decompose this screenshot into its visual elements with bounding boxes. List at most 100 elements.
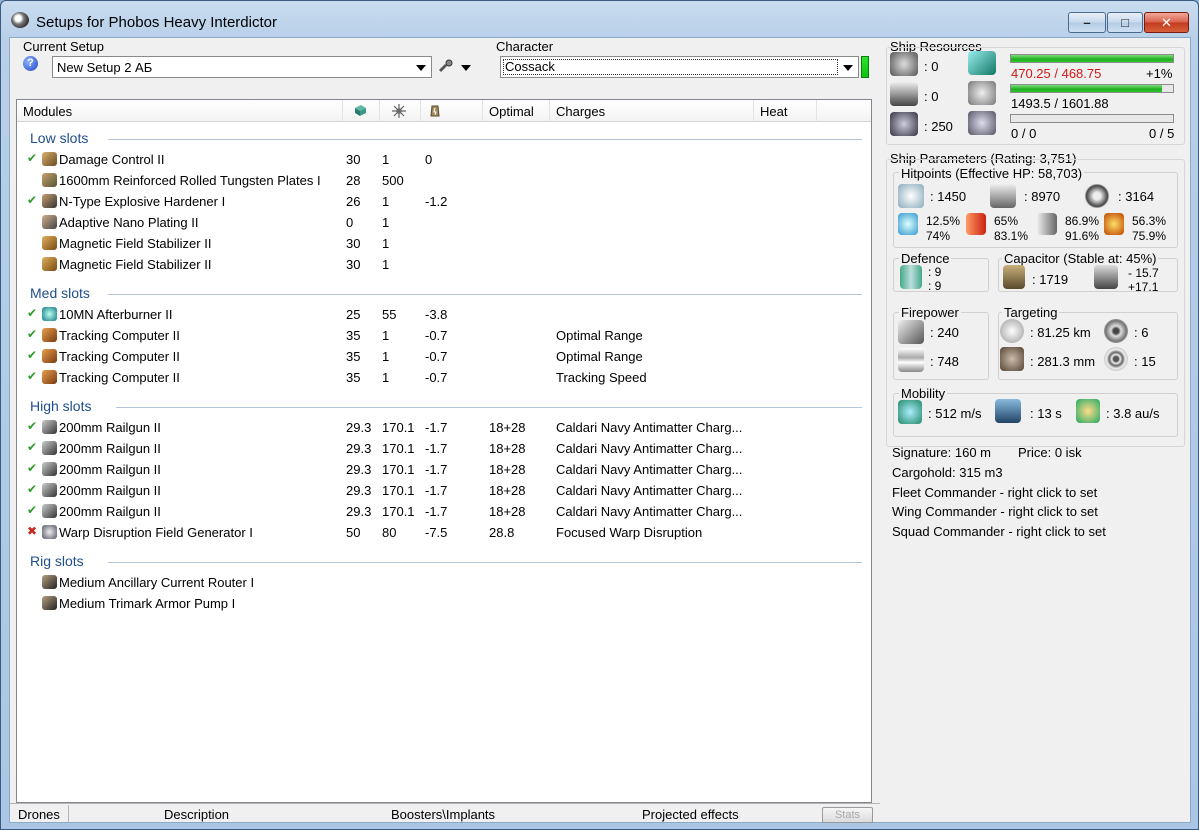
module-row[interactable]: ✔ Damage Control II 30 1 0	[17, 149, 867, 170]
module-row[interactable]: ✔ Tracking Computer II 35 1 -0.7 Optimal Rang…	[17, 346, 867, 367]
module-online-icon[interactable]: ✔	[27, 482, 37, 496]
module-optimal: 18+28	[489, 504, 526, 519]
tab-boosters-implants[interactable]: Boosters\Implants	[391, 807, 495, 822]
module-online-icon[interactable]: ✔	[27, 327, 37, 341]
module-row[interactable]: Medium Ancillary Current Router I	[17, 572, 867, 593]
cpu-bar-fill	[1011, 55, 1173, 62]
module-name: Tracking Computer II	[59, 349, 180, 364]
module-powergrid: 170.1	[382, 483, 415, 498]
setup-tools-icon[interactable]	[438, 59, 454, 73]
module-row[interactable]: 1600mm Reinforced Rolled Tungsten Plates…	[17, 170, 867, 191]
minimize-button[interactable]: –	[1068, 12, 1106, 33]
module-row[interactable]: Magnetic Field Stabilizer II 30 1	[17, 254, 867, 275]
module-row[interactable]: ✖ Warp Disruption Field Generator I 50 80 -7…	[17, 522, 867, 543]
section-divider	[108, 294, 862, 295]
module-capacitor: -1.2	[425, 194, 448, 209]
armor-resist-value: 83.1%	[994, 229, 1029, 243]
damage-control-icon	[42, 152, 57, 166]
module-cpu: 35	[346, 328, 361, 343]
module-online-icon[interactable]: ✔	[27, 461, 37, 475]
module-online-icon[interactable]: ✔	[27, 369, 37, 383]
module-row[interactable]: Medium Trimark Armor Pump I	[17, 593, 867, 614]
module-row[interactable]: ✔ 200mm Railgun II 29.3 170.1 -1.7 18+28 Calda…	[17, 459, 867, 480]
section-title: Rig slots	[30, 553, 84, 569]
defence-value-2: : 9	[928, 279, 942, 293]
module-row[interactable]: ✔ 200mm Railgun II 29.3 170.1 -1.7 18+28 Calda…	[17, 417, 867, 438]
client-area: Current Setup ? New Setup 2 АБ Character…	[9, 37, 1191, 823]
setup-menu-chevron-icon[interactable]	[461, 65, 471, 71]
module-online-icon[interactable]: ✔	[27, 419, 37, 433]
tracking-computer-icon	[42, 349, 57, 363]
module-cpu: 28	[346, 173, 361, 188]
module-online-icon[interactable]: ✔	[27, 151, 37, 165]
col-charges[interactable]: Charges	[550, 100, 754, 122]
module-row[interactable]: ✔ Tracking Computer II 35 1 -0.7 Optimal Rang…	[17, 325, 867, 346]
shield-resist-value: 86.9%	[1065, 214, 1100, 228]
module-online-icon[interactable]: ✔	[27, 440, 37, 454]
explosive-resist-icon	[1104, 213, 1124, 235]
module-online-icon[interactable]: ✔	[27, 306, 37, 320]
section-divider	[108, 139, 862, 140]
tab-drones[interactable]: Drones	[18, 807, 60, 822]
squad-commander-link[interactable]: Squad Commander - right click to set	[892, 524, 1106, 539]
maximize-button[interactable]: □	[1107, 12, 1143, 33]
powergrid-usage-text: 1493.5 / 1601.88	[1011, 96, 1109, 111]
stats-button[interactable]: Stats	[822, 807, 873, 823]
window-title: Setups for Phobos Heavy Interdictor	[36, 14, 277, 31]
module-online-icon[interactable]: ✔	[27, 348, 37, 362]
rig-icon	[42, 596, 57, 610]
align-time-icon	[995, 399, 1021, 423]
fleet-commander-link[interactable]: Fleet Commander - right click to set	[892, 485, 1097, 500]
character-value: Cossack	[503, 59, 838, 75]
module-cpu: 30	[346, 257, 361, 272]
tab-separator	[68, 805, 69, 823]
module-charges: Focused Warp Disruption	[556, 525, 703, 540]
module-row[interactable]: ✔ 10MN Afterburner II 25 55 -3.8	[17, 304, 867, 325]
calibration-slots-text: 0 / 5	[1149, 126, 1175, 141]
col-heat[interactable]: Heat	[754, 100, 817, 122]
railgun-icon	[42, 420, 57, 434]
launcher-hardpoints-value: : 0	[924, 89, 939, 104]
module-row[interactable]: ✔ 200mm Railgun II 29.3 170.1 -1.7 18+28 Calda…	[17, 480, 867, 501]
armor-hardener-icon	[42, 194, 57, 208]
volley-value: : 748	[930, 354, 959, 369]
armor-resist-value: 75.9%	[1132, 229, 1167, 243]
armor-hp-icon	[990, 184, 1016, 208]
module-row[interactable]: ✔ 200mm Railgun II 29.3 170.1 -1.7 18+28 Calda…	[17, 438, 867, 459]
col-heat-label: Heat	[760, 104, 788, 119]
module-optimal: 18+28	[489, 483, 526, 498]
col-capacitor[interactable]	[421, 100, 483, 122]
module-row[interactable]: ✔ Tracking Computer II 35 1 -0.7 Tracking Spe…	[17, 367, 867, 388]
current-setup-select[interactable]: New Setup 2 АБ	[52, 56, 432, 78]
module-online-icon[interactable]: ✔	[27, 193, 37, 207]
col-cpu[interactable]	[343, 100, 380, 122]
module-offline-icon[interactable]: ✖	[27, 524, 37, 538]
module-online-icon[interactable]: ✔	[27, 503, 37, 517]
col-powergrid[interactable]	[380, 100, 421, 122]
module-row[interactable]: Adaptive Nano Plating II 0 1	[17, 212, 867, 233]
module-capacitor: -1.7	[425, 462, 448, 477]
col-optimal[interactable]: Optimal	[483, 100, 550, 122]
tab-projected-effects[interactable]: Projected effects	[642, 807, 739, 822]
help-icon[interactable]: ?	[23, 56, 38, 71]
module-name: 200mm Railgun II	[59, 504, 161, 519]
title-bar[interactable]: Setups for Phobos Heavy Interdictor – □ …	[1, 1, 1198, 37]
module-cpu: 35	[346, 370, 361, 385]
module-row[interactable]: ✔ N-Type Explosive Hardener I 26 1 -1.2	[17, 191, 867, 212]
module-row[interactable]: Magnetic Field Stabilizer II 30 1	[17, 233, 867, 254]
character-select[interactable]: Cossack	[500, 56, 859, 78]
module-charges: Caldari Navy Antimatter Charg...	[556, 504, 743, 519]
speed-icon	[898, 400, 922, 424]
close-button[interactable]: ✕	[1144, 12, 1189, 33]
module-row[interactable]: ✔ 200mm Railgun II 29.3 170.1 -1.7 18+28 Calda…	[17, 501, 867, 522]
railgun-icon	[42, 483, 57, 497]
module-charges: Caldari Navy Antimatter Charg...	[556, 483, 743, 498]
module-charges: Caldari Navy Antimatter Charg...	[556, 441, 743, 456]
module-powergrid: 1	[382, 257, 390, 272]
tab-description[interactable]: Description	[164, 807, 229, 822]
defence-value-1: : 9	[928, 265, 942, 279]
module-name: Medium Ancillary Current Router I	[59, 575, 255, 590]
wing-commander-link[interactable]: Wing Commander - right click to set	[892, 504, 1098, 519]
module-powergrid: 80	[382, 525, 397, 540]
col-modules[interactable]: Modules	[17, 100, 343, 122]
